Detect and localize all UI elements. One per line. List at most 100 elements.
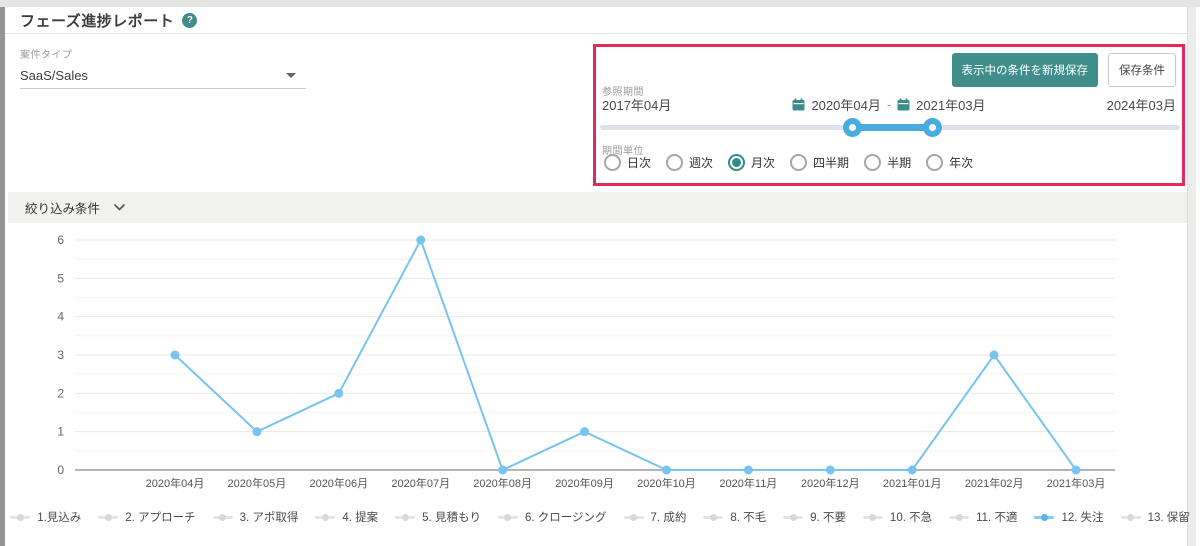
legend-item-10[interactable]: 10. 不急: [863, 509, 932, 525]
legend-item-9[interactable]: 9. 不要: [783, 509, 846, 525]
period-unit-radio-3[interactable]: 四半期: [790, 154, 849, 171]
legend-item-label: 7. 成約: [651, 509, 687, 525]
legend-item-label: 4. 提案: [342, 509, 378, 525]
deal-type-value: SaaS/Sales: [20, 68, 88, 83]
legend-marker-icon: [98, 516, 118, 519]
data-point[interactable]: [498, 466, 507, 475]
period-unit-option-label: 四半期: [813, 154, 849, 171]
chevron-down-icon: [114, 204, 125, 211]
narrow-conditions-bar[interactable]: 絞り込み条件: [8, 192, 1187, 223]
legend-item-13[interactable]: 13. 保留: [1121, 509, 1190, 525]
legend-item-7[interactable]: 7. 成約: [624, 509, 687, 525]
period-unit-option-label: 月次: [751, 154, 775, 171]
svg-text:2020年09月: 2020年09月: [555, 476, 614, 490]
period-unit-radio-5[interactable]: 年次: [926, 154, 973, 171]
data-point[interactable]: [662, 466, 671, 475]
legend-item-label: 11. 不適: [976, 509, 1017, 525]
data-point[interactable]: [171, 351, 180, 360]
narrow-conditions-label: 絞り込み条件: [25, 198, 100, 217]
legend-item-label: 6. クロージング: [525, 509, 607, 525]
radio-icon: [666, 154, 683, 171]
svg-text:0: 0: [57, 463, 64, 477]
svg-text:1: 1: [57, 425, 64, 439]
range-max-value: 2024年03月: [1107, 95, 1176, 114]
svg-text:2021年03月: 2021年03月: [1047, 476, 1106, 490]
legend-item-label: 5. 見積もり: [422, 509, 481, 525]
svg-text:2020年05月: 2020年05月: [228, 476, 287, 490]
period-unit-group: 日次 週次 月次 四半期 半期年次: [604, 154, 973, 171]
legend-marker-icon: [863, 516, 883, 519]
period-unit-radio-2[interactable]: 月次: [728, 154, 775, 171]
legend-marker-icon: [703, 516, 723, 519]
data-point[interactable]: [990, 351, 999, 360]
legend-marker-icon: [315, 516, 335, 519]
svg-text:2020年12月: 2020年12月: [801, 476, 860, 490]
legend-item-12[interactable]: 12. 失注: [1034, 509, 1103, 525]
legend-item-label: 9. 不要: [810, 509, 846, 525]
legend-item-1[interactable]: 1.見込み: [10, 509, 81, 525]
legend-marker-icon: [10, 516, 30, 519]
legend-marker-icon: [783, 516, 803, 519]
legend-marker-icon: [213, 516, 233, 519]
calendar-icon: [792, 98, 805, 111]
deal-type-select[interactable]: SaaS/Sales: [20, 61, 306, 89]
data-point[interactable]: [1072, 466, 1081, 475]
legend-item-label: 13. 保留: [1148, 509, 1190, 525]
legend-item-8[interactable]: 8. 不毛: [703, 509, 766, 525]
data-point[interactable]: [416, 236, 425, 245]
legend-item-4[interactable]: 4. 提案: [315, 509, 378, 525]
radio-icon: [728, 154, 745, 171]
data-point[interactable]: [826, 466, 835, 475]
legend-item-3[interactable]: 3. アポ取得: [213, 509, 299, 525]
panel-buttons: 表示中の条件を新規保存 保存条件: [952, 53, 1177, 87]
save-new-conditions-button[interactable]: 表示中の条件を新規保存: [952, 53, 1099, 87]
data-point[interactable]: [252, 427, 261, 436]
data-point[interactable]: [908, 466, 917, 475]
selected-start-date[interactable]: 2020年04月: [811, 95, 880, 114]
period-filter-panel: 表示中の条件を新規保存 保存条件 参照期間 2017年04月 2020年04月 …: [593, 44, 1185, 186]
legend-item-5[interactable]: 5. 見積もり: [395, 509, 481, 525]
legend-item-2[interactable]: 2. アプローチ: [98, 509, 195, 525]
range-separator: -: [887, 97, 891, 112]
selected-end-date[interactable]: 2021年03月: [916, 95, 985, 114]
legend-item-label: 3. アポ取得: [240, 509, 299, 525]
legend-marker-icon: [395, 516, 415, 519]
radio-icon: [790, 154, 807, 171]
chevron-down-icon: [286, 73, 296, 78]
radio-icon: [604, 154, 621, 171]
period-unit-radio-4[interactable]: 半期: [864, 154, 911, 171]
legend-item-label: 1.見込み: [37, 509, 81, 525]
svg-text:2020年06月: 2020年06月: [309, 476, 368, 490]
svg-text:6: 6: [57, 233, 64, 247]
chart-legend: 1.見込み 2. アプローチ 3. アポ取得 4. 提案 5. 見積もり 6. クロージン…: [0, 509, 1200, 525]
phase-line-chart[interactable]: 01234562020年04月2020年05月2020年06月2020年07月2…: [0, 225, 1200, 503]
legend-marker-icon: [624, 516, 644, 519]
data-point[interactable]: [744, 466, 753, 475]
legend-item-6[interactable]: 6. クロージング: [498, 509, 607, 525]
range-slider-handle-end[interactable]: [923, 118, 942, 137]
selected-range: 2020年04月 - 2021年03月: [602, 95, 1176, 114]
svg-text:2: 2: [57, 386, 64, 400]
period-unit-radio-0[interactable]: 日次: [604, 154, 651, 171]
period-unit-radio-1[interactable]: 週次: [666, 154, 713, 171]
legend-marker-icon: [1121, 516, 1141, 519]
svg-text:4: 4: [57, 310, 64, 324]
svg-text:2021年02月: 2021年02月: [965, 476, 1024, 490]
period-range-slider: [600, 117, 1180, 137]
data-point[interactable]: [580, 427, 589, 436]
saved-conditions-button[interactable]: 保存条件: [1108, 53, 1176, 87]
window-top-edge: [0, 0, 1200, 7]
svg-text:2020年11月: 2020年11月: [719, 476, 777, 490]
slider-active-range[interactable]: [852, 124, 932, 131]
help-icon[interactable]: ?: [182, 13, 197, 28]
data-point[interactable]: [334, 389, 343, 398]
range-slider-handle-start[interactable]: [843, 118, 862, 137]
legend-marker-icon: [949, 516, 969, 519]
radio-icon: [864, 154, 881, 171]
page-header: フェーズ進捗レポート ?: [5, 7, 1187, 34]
period-unit-option-label: 半期: [887, 154, 911, 171]
svg-text:2021年01月: 2021年01月: [883, 476, 942, 490]
legend-item-label: 12. 失注: [1061, 509, 1103, 525]
legend-item-11[interactable]: 11. 不適: [949, 509, 1017, 525]
period-unit-option-label: 週次: [689, 154, 713, 171]
